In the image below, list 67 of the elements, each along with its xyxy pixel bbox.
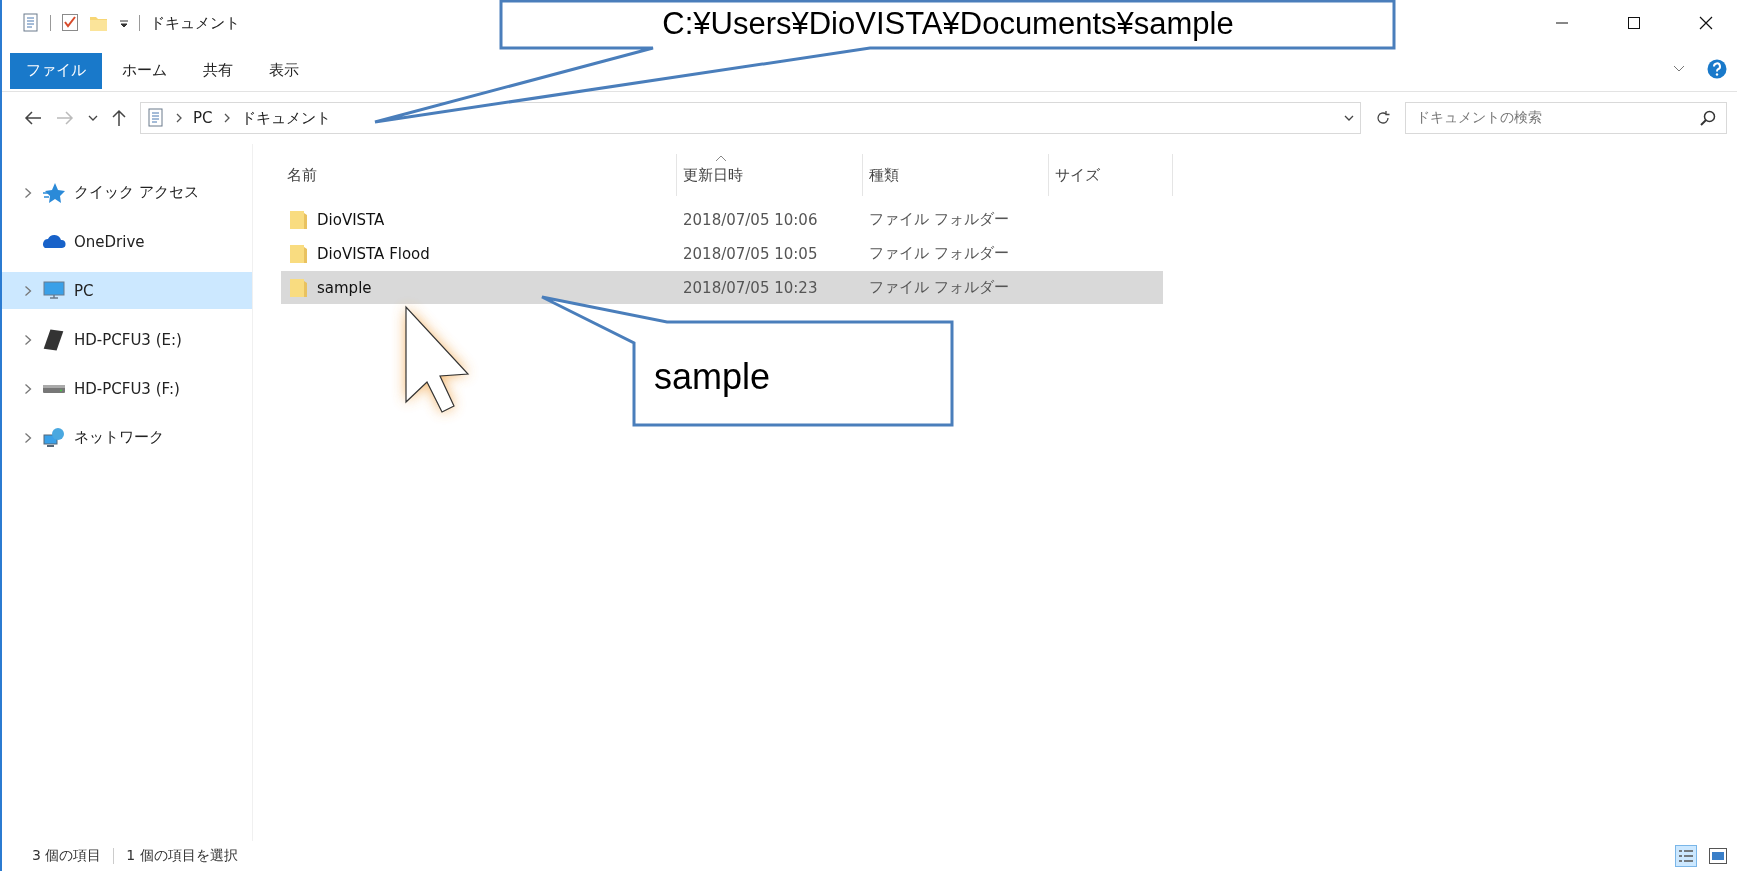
folder-icon (289, 276, 309, 299)
table-cell-text: 2018/07/05 10:05 (682, 244, 819, 263)
sort-caret-icon (715, 154, 727, 162)
nav-item[interactable]: PC (2, 272, 252, 309)
table-cell-text: 2018/07/05 10:06 (682, 210, 819, 229)
ribbon-tab[interactable]: 共有 (187, 52, 249, 89)
maximize-icon (1627, 16, 1641, 30)
drive-icon (43, 384, 65, 393)
file-row[interactable]: sample 2018/07/05 10:23 ファイル フォルダー (281, 271, 1163, 304)
table-cell-text: ファイル フォルダー (868, 210, 1010, 229)
document-icon (147, 108, 165, 128)
search-field[interactable]: ドキュメントの検索 (1405, 102, 1727, 134)
external-drive-icon (42, 327, 66, 352)
table-cell-text: ファイル フォルダー (868, 244, 1010, 263)
chevron-icon[interactable] (24, 431, 32, 444)
network-icon (42, 425, 66, 450)
nav-item[interactable]: クイック アクセス (2, 174, 252, 211)
ribbon-tab[interactable]: 表示 (253, 52, 315, 89)
nav-item[interactable]: HD-PCFU3 (F:) (2, 370, 252, 407)
callout-text: sample (654, 356, 771, 398)
chevron-icon[interactable] (24, 284, 32, 297)
address-bar[interactable]: PC ドキュメント (140, 102, 1361, 134)
search-placeholder: ドキュメントの検索 (1416, 109, 1543, 127)
recent-dropdown-icon[interactable] (88, 114, 98, 122)
chevron-icon[interactable] (24, 382, 32, 395)
nav-item[interactable]: HD-PCFU3 (E:) (2, 321, 252, 358)
nav-item[interactable]: OneDrive (2, 223, 252, 260)
file-name: DioVISTA (317, 210, 385, 229)
close-icon (1699, 16, 1713, 30)
status-text: 1 個の項目を選択 (126, 847, 238, 865)
up-arrow-icon[interactable] (112, 109, 126, 127)
help-icon[interactable] (1707, 58, 1727, 79)
ribbon-tab[interactable]: ホーム (106, 52, 183, 89)
chevron-icon (222, 112, 231, 124)
back-arrow-icon[interactable] (24, 111, 42, 125)
large-icons-view-icon[interactable] (1709, 848, 1727, 864)
file-name: DioVISTA Flood (317, 244, 430, 263)
mouse-pointer-icon (405, 305, 470, 413)
column-header[interactable]: 種類 (863, 154, 1049, 196)
table-cell-text: 2018/07/05 10:23 (682, 278, 819, 297)
document-icon (22, 13, 40, 33)
chevron-icon[interactable] (24, 186, 32, 199)
dropdown-icon[interactable] (119, 18, 129, 28)
dropdown-icon[interactable] (1344, 114, 1354, 122)
column-header[interactable]: 名前 (281, 154, 677, 196)
breadcrumb[interactable]: PC (193, 109, 213, 127)
file-name: sample (317, 278, 372, 297)
folder-icon (289, 208, 309, 231)
column-header[interactable]: サイズ (1049, 154, 1173, 196)
folder-icon (289, 242, 309, 265)
search-icon (1700, 110, 1716, 126)
file-row[interactable]: DioVISTA 2018/07/05 10:06 ファイル フォルダー (281, 203, 1163, 236)
nav-item[interactable]: ネットワーク (2, 419, 252, 456)
expand-ribbon-icon[interactable] (1673, 63, 1685, 74)
column-header[interactable]: 更新日時 (677, 154, 863, 196)
chevron-icon (175, 112, 183, 124)
properties-icon[interactable] (61, 13, 79, 33)
callout-text: C:¥Users¥DioVISTA¥Documents¥sample (661, 6, 1235, 42)
ribbon-tab[interactable]: ファイル (10, 52, 102, 89)
details-view-icon[interactable] (1675, 845, 1697, 867)
chevron-icon[interactable] (24, 333, 32, 346)
breadcrumb[interactable]: ドキュメント (240, 108, 331, 128)
status-text: 3 個の項目 (32, 847, 102, 865)
refresh-icon[interactable] (1375, 110, 1391, 126)
window-title: ドキュメント (150, 13, 240, 33)
table-cell-text: ファイル フォルダー (868, 278, 1010, 297)
file-row[interactable]: DioVISTA Flood 2018/07/05 10:05 ファイル フォルダー (281, 237, 1163, 270)
